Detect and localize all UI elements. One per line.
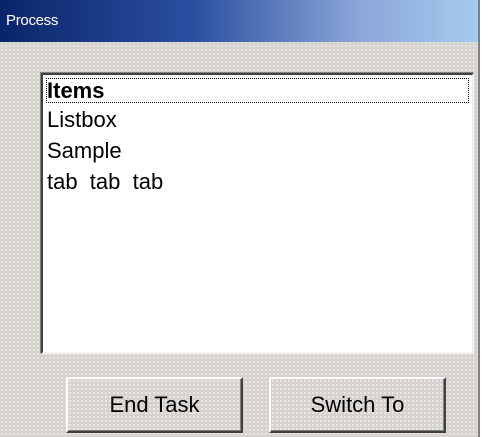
process-dialog: Process Items Listbox Sample tab tab tab… — [0, 0, 480, 437]
end-task-button[interactable]: End Task — [66, 377, 243, 433]
list-item[interactable]: Listbox — [43, 104, 472, 135]
process-listbox[interactable]: Items Listbox Sample tab tab tab — [41, 73, 474, 354]
list-item[interactable]: tab tab tab — [43, 166, 472, 197]
list-item[interactable]: Items — [45, 77, 470, 104]
title-bar[interactable]: Process — [0, 0, 478, 42]
switch-to-button[interactable]: Switch To — [269, 377, 446, 433]
list-item[interactable]: Sample — [43, 135, 472, 166]
window-title: Process — [6, 12, 59, 29]
